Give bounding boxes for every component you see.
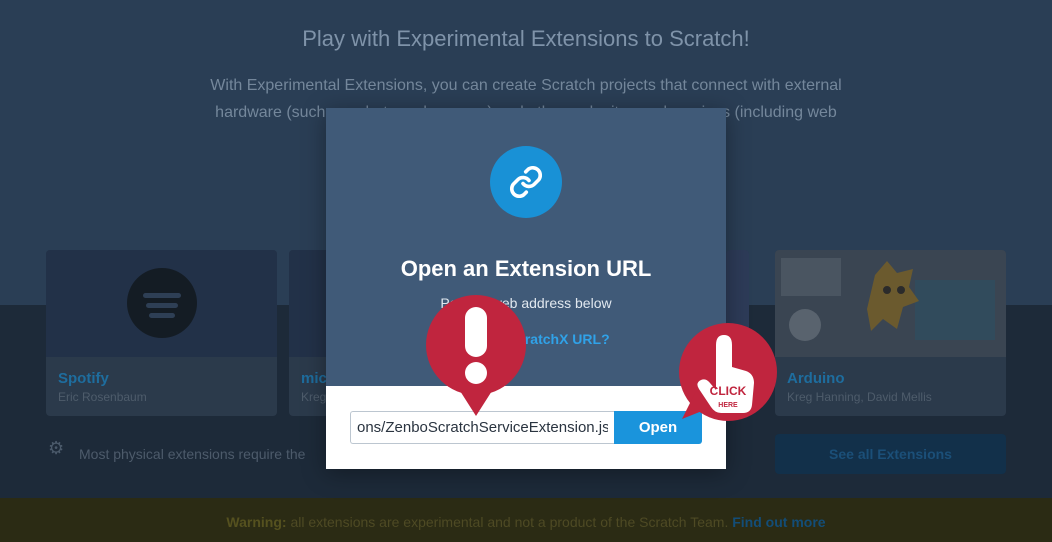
warning-text: all extensions are experimental and not …	[290, 514, 729, 530]
find-out-more-link[interactable]: Find out more	[732, 514, 825, 530]
physical-extensions-note: Most physical extensions require the	[79, 446, 306, 462]
card-name: Arduino	[787, 370, 845, 387]
click-label: CLICK	[710, 384, 747, 398]
card-name: Spotify	[58, 370, 109, 387]
warning-label: Warning:	[226, 514, 287, 530]
spotify-logo-area	[46, 250, 277, 357]
here-label: HERE	[718, 402, 738, 409]
arduino-image	[775, 250, 1006, 357]
extension-card-arduino[interactable]: Arduino Kreg Hanning, David Mellis	[775, 250, 1006, 416]
exclamation-pin-icon	[426, 295, 526, 416]
extension-card-spotify[interactable]: Spotify Eric Rosenbaum	[46, 250, 277, 416]
card-name: mic	[301, 370, 327, 387]
card-author: Kreg	[301, 390, 327, 404]
card-author: Eric Rosenbaum	[58, 390, 147, 404]
gear-icon: ⚙	[48, 438, 65, 458]
click-here-icon: CLICK HERE	[679, 323, 777, 421]
see-all-extensions-button[interactable]: See all Extensions	[775, 434, 1006, 474]
warning-bar: Warning: all extensions are experimental…	[0, 498, 1052, 542]
dialog-title: Open an Extension URL	[400, 256, 652, 281]
hero-title: Play with Experimental Extensions to Scr…	[302, 26, 750, 51]
extension-card-mic[interactable]: mic Kreg	[289, 250, 329, 416]
link-icon	[490, 146, 562, 218]
card-author: Kreg Hanning, David Mellis	[787, 390, 932, 404]
